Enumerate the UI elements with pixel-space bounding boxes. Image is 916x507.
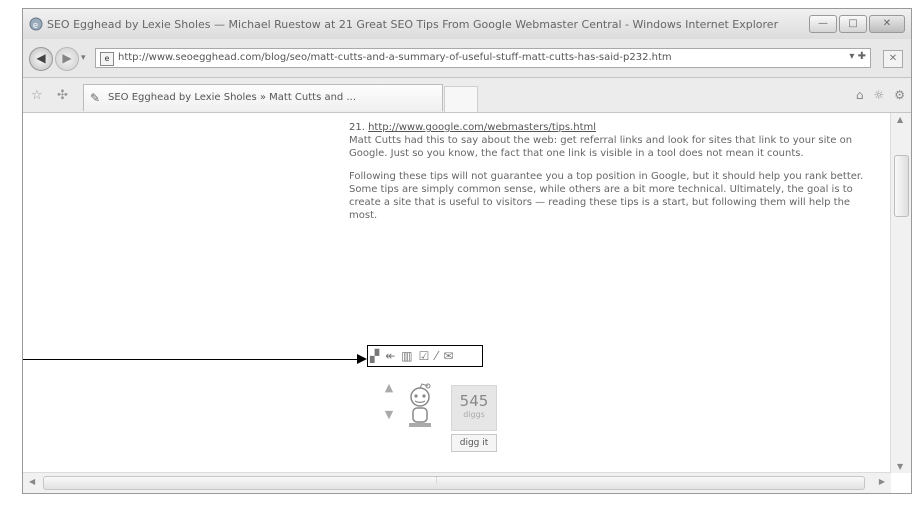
hscroll-thumb[interactable] [43,476,865,490]
close-button[interactable]: ✕ [869,15,905,33]
digg-button[interactable]: digg it [451,434,497,452]
page-icon: ✎ [90,91,101,105]
scroll-up-icon[interactable]: ▲ [897,115,903,124]
digg-count-box[interactable]: 545 diggs [451,385,497,431]
tip-number: 21. [349,122,365,133]
scroll-down-icon[interactable]: ▼ [897,462,903,471]
window-title: SEO Egghead by Lexie Sholes — Michael Ru… [47,18,779,31]
digg-widget: 545 diggs digg it [451,385,497,465]
digg-count-label: diggs [463,410,485,419]
stop-button[interactable]: ✕ [883,50,903,68]
tab-active[interactable]: ✎ SEO Egghead by Lexie Sholes » Matt Cut… [83,84,443,111]
forward-button[interactable]: ▶ [55,47,79,71]
tip-text: Matt Cutts had this to say about the web… [349,135,853,159]
tab-title: SEO Egghead by Lexie Sholes » Matt Cutts… [108,92,356,103]
scroll-grip-icon: ⋮ [433,476,440,484]
reddit-alien-icon[interactable] [403,383,437,429]
downvote-icon[interactable]: ▼ [379,408,399,421]
page-icon: e [100,52,114,66]
digg-count: 545 [459,392,489,410]
favorites-star-icon[interactable]: ☆ [31,88,43,103]
highlight-box [367,345,483,367]
title-bar: e SEO Egghead by Lexie Sholes — Michael … [23,9,911,40]
scroll-thumb[interactable] [894,155,909,217]
address-field[interactable]: e http://www.seoegghead.com/blog/seo/mat… [95,48,871,68]
window-controls: — □ ✕ [809,15,905,33]
horizontal-scrollbar[interactable]: ◀ ⋮ ▶ [23,472,891,493]
callout-arrow-head [357,354,367,364]
ie-icon: e [29,17,43,31]
url-text[interactable]: http://www.seoegghead.com/blog/seo/matt-… [118,52,808,63]
svg-text:e: e [33,20,38,30]
minimize-button[interactable]: — [809,15,837,33]
upvote-icon[interactable]: ▲ [379,381,399,394]
add-favorites-icon[interactable]: ✣ [57,88,68,103]
command-bar: ⌂ ☼ ⚙ [856,88,905,102]
address-dropdown[interactable]: ▾ ✚ [849,51,866,62]
new-tab-button[interactable] [444,86,478,112]
page-content: 21. http://www.google.com/webmasters/tip… [23,113,891,473]
tip-item: 21. http://www.google.com/webmasters/tip… [349,121,869,160]
maximize-button[interactable]: □ [839,15,867,33]
back-button[interactable]: ◀ [29,47,53,71]
feeds-icon[interactable]: ☼ [873,88,884,102]
reddit-vote-arrows[interactable]: ▲ ▼ [379,381,399,431]
tip-link[interactable]: http://www.google.com/webmasters/tips.ht… [368,122,596,133]
closing-paragraph: Following these tips will not guarantee … [349,171,864,221]
browser-window: e SEO Egghead by Lexie Sholes — Michael … [22,8,912,494]
tools-icon[interactable]: ⚙ [894,88,905,102]
tab-bar: ☆ ✣ ✎ SEO Egghead by Lexie Sholes » Matt… [23,78,911,113]
home-icon[interactable]: ⌂ [856,88,864,102]
vertical-scrollbar[interactable]: ▲ ▼ [890,113,911,473]
scroll-left-icon[interactable]: ◀ [29,477,35,486]
article-body: 21. http://www.google.com/webmasters/tip… [349,121,869,232]
address-bar-row: ◀ ▶ ▾ e http://www.seoegghead.com/blog/s… [23,39,911,78]
scroll-right-icon[interactable]: ▶ [879,477,885,486]
callout-arrow-line [23,359,363,360]
recent-pages-dropdown[interactable]: ▾ [81,53,86,63]
